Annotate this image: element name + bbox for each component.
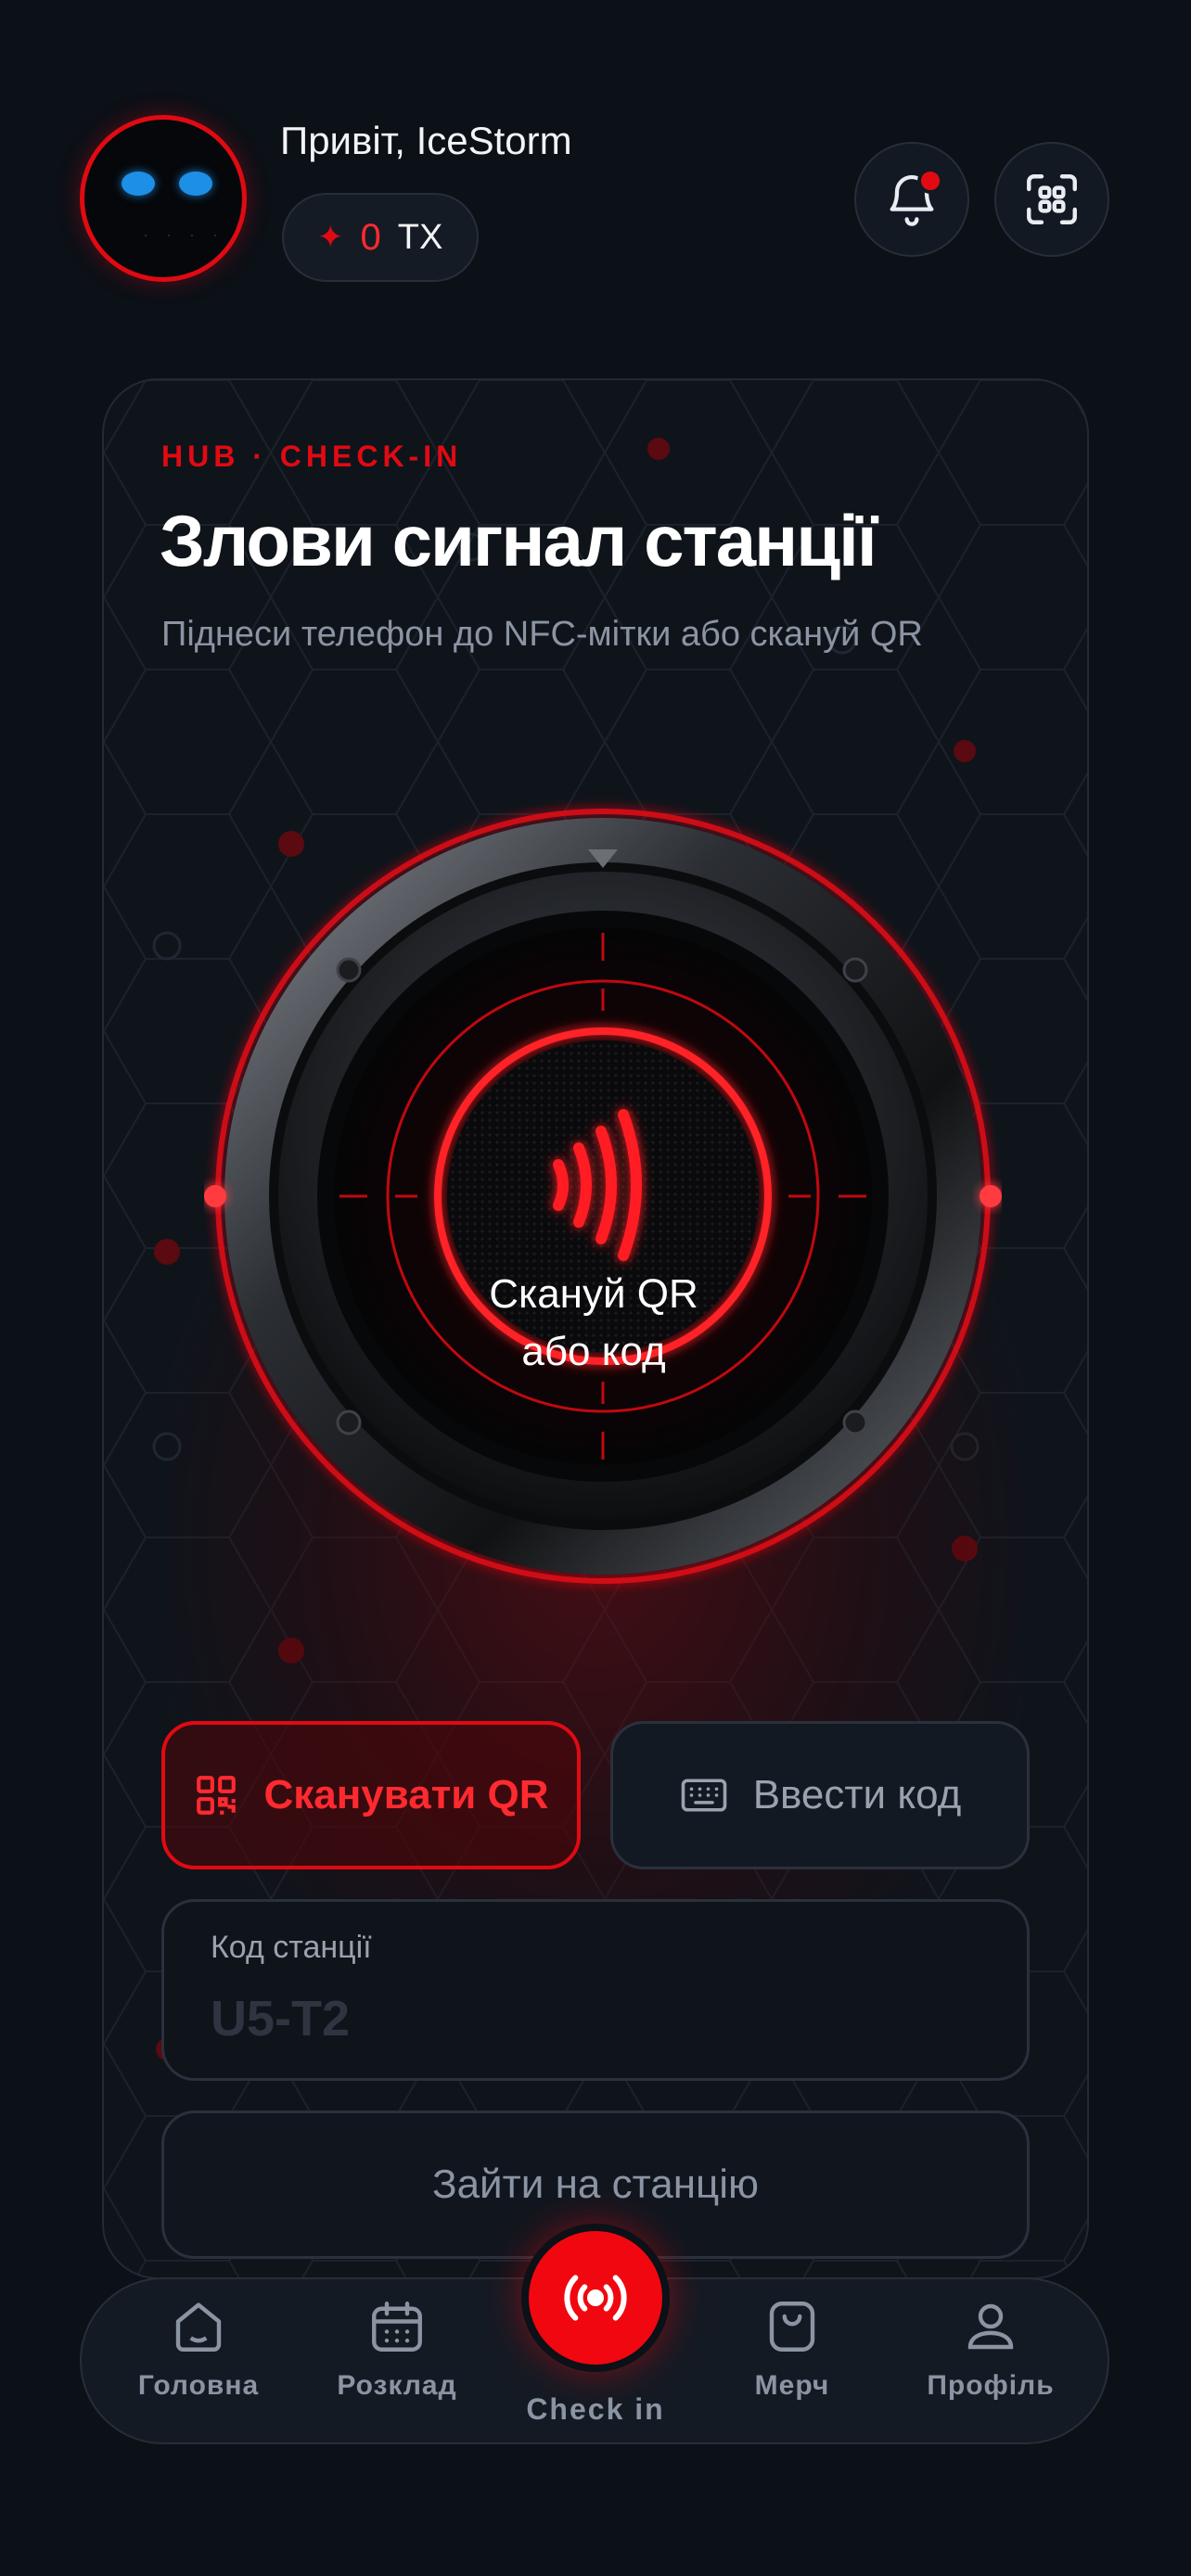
section-eyebrow: HUB · CHECK-IN bbox=[161, 440, 463, 473]
keyboard-icon bbox=[681, 1779, 727, 1812]
dial-caption-line-1: Скануй QR bbox=[489, 1271, 698, 1317]
scanner-button[interactable] bbox=[994, 142, 1109, 257]
token-count: 0 bbox=[360, 216, 381, 258]
tab-home[interactable]: Головна bbox=[115, 2296, 282, 2435]
broadcast-icon bbox=[564, 2275, 627, 2321]
station-code-input[interactable] bbox=[211, 1982, 971, 2056]
notification-badge bbox=[917, 168, 943, 194]
dial-caption-line-2: або код bbox=[521, 1329, 666, 1374]
enter-code-button[interactable]: Ввести код bbox=[610, 1721, 1030, 1869]
avatar-right-eye bbox=[179, 172, 212, 196]
avatar[interactable]: · · · · bbox=[80, 115, 247, 282]
tab-schedule[interactable]: Розклад bbox=[314, 2296, 480, 2435]
station-code-label: Код станції bbox=[211, 1930, 372, 1965]
home-icon bbox=[175, 2302, 222, 2352]
avatar-mouth: · · · · bbox=[142, 229, 224, 244]
bag-icon bbox=[769, 2302, 815, 2352]
tab-checkin-button[interactable] bbox=[521, 2224, 670, 2372]
calendar-icon bbox=[372, 2302, 422, 2352]
nfc-scan-dial[interactable] bbox=[204, 797, 1002, 1595]
tab-checkin-label[interactable]: Check in bbox=[501, 2392, 690, 2427]
tab-profile-label: Профіль bbox=[927, 2370, 1055, 2401]
sparkle-icon: ✦ bbox=[317, 220, 344, 255]
dial-caption: Скануй QR або код bbox=[408, 1266, 779, 1381]
scan-qr-label: Сканувати QR bbox=[263, 1772, 549, 1817]
card-title: Злови сигнал станції bbox=[160, 500, 877, 581]
card-subtitle: Піднеси телефон до NFC-мітки або скануй … bbox=[161, 615, 923, 654]
token-unit: TX bbox=[397, 217, 443, 257]
greeting-text: Привіт, IceStorm bbox=[280, 119, 572, 162]
tab-schedule-label: Розклад bbox=[337, 2370, 457, 2401]
qr-code-icon bbox=[197, 1776, 237, 1815]
tab-home-label: Головна bbox=[137, 2370, 260, 2401]
avatar-left-eye bbox=[122, 172, 155, 196]
tab-merch-label: Мерч bbox=[754, 2370, 830, 2401]
user-icon bbox=[967, 2303, 1014, 2350]
station-code-field[interactable]: Код станції bbox=[161, 1899, 1030, 2081]
tab-merch[interactable]: Мерч bbox=[709, 2296, 876, 2435]
notifications-button[interactable] bbox=[854, 142, 969, 257]
qr-scan-icon bbox=[1027, 174, 1077, 224]
enter-code-label: Ввести код bbox=[752, 1772, 962, 1817]
token-balance-pill[interactable]: ✦ 0 TX bbox=[282, 193, 479, 282]
scan-qr-button[interactable]: Сканувати QR bbox=[161, 1721, 581, 1869]
tab-profile[interactable]: Профіль bbox=[907, 2296, 1074, 2435]
